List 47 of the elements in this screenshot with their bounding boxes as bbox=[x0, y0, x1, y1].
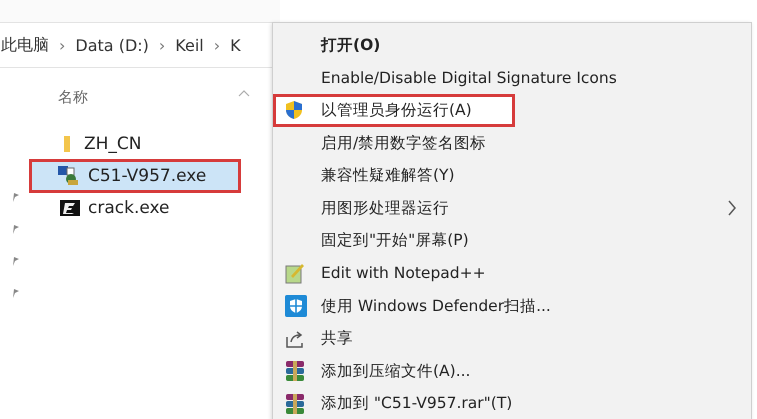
menu-item[interactable]: 打开(O) bbox=[273, 29, 751, 62]
file-name: ZH_CN bbox=[84, 134, 142, 154]
notepad-icon bbox=[285, 262, 305, 284]
shield-icon bbox=[285, 100, 303, 120]
breadcrumb-item[interactable]: Data (D:) bbox=[75, 36, 149, 54]
menu-label: 共享 bbox=[321, 328, 353, 350]
chevron-icon: › bbox=[214, 36, 220, 54]
archive-icon bbox=[285, 360, 305, 382]
breadcrumb-item[interactable]: K bbox=[230, 36, 241, 54]
menu-label: 打开(O) bbox=[321, 34, 380, 56]
archive-icon bbox=[285, 392, 305, 415]
share-icon bbox=[285, 328, 305, 349]
menu-item[interactable]: 添加到压缩文件(A)... bbox=[273, 354, 751, 388]
pin-icon bbox=[12, 224, 20, 234]
menu-item[interactable]: 兼容性疑难解答(Y) bbox=[273, 159, 751, 192]
menu-item[interactable]: 固定到"开始"屏幕(P) bbox=[273, 224, 751, 258]
chevron-icon: › bbox=[59, 36, 66, 54]
chevron-icon: › bbox=[158, 36, 166, 54]
menu-label: Edit with Notepad++ bbox=[321, 264, 486, 282]
menu-label: 添加到 "C51-V957.rar"(T) bbox=[321, 393, 512, 414]
breadcrumb-item[interactable]: 此电脑 bbox=[1, 34, 49, 56]
app-icon bbox=[60, 200, 80, 216]
menu-item[interactable]: 添加到 "C51-V957.rar"(T) bbox=[273, 388, 751, 419]
menu-label: 兼容性疑难解答(Y) bbox=[321, 165, 455, 186]
menu-item[interactable]: Enable/Disable Digital Signature Icons bbox=[273, 62, 751, 94]
pin-icon bbox=[12, 288, 20, 298]
menu-item[interactable]: 以管理员身份运行(A) bbox=[273, 94, 515, 127]
menu-label: Enable/Disable Digital Signature Icons bbox=[321, 68, 617, 87]
menu-label: 以管理员身份运行(A) bbox=[321, 100, 472, 121]
pin-icon bbox=[12, 256, 20, 266]
menu-label: 固定到"开始"屏幕(P) bbox=[321, 230, 469, 252]
pin-icon bbox=[12, 192, 20, 202]
file-name: crack.exe bbox=[88, 198, 170, 218]
menu-item[interactable]: 共享 bbox=[273, 322, 751, 355]
sort-caret-icon bbox=[238, 90, 250, 97]
installer-icon bbox=[58, 166, 80, 186]
file-row[interactable]: C51-V957.exe bbox=[30, 160, 240, 192]
file-name: C51-V957.exe bbox=[88, 166, 206, 186]
menu-label: 用图形处理器运行 bbox=[321, 198, 449, 219]
menu-label: 启用/禁用数字签名图标 bbox=[321, 132, 486, 154]
breadcrumb-item[interactable]: Keil bbox=[175, 36, 204, 54]
menu-item[interactable]: 使用 Windows Defender扫描... bbox=[273, 290, 751, 322]
menu-label: 添加到压缩文件(A)... bbox=[321, 360, 470, 382]
shield-icon bbox=[285, 295, 307, 318]
column-header[interactable]: 名称 bbox=[58, 88, 88, 107]
menu-label: 使用 Windows Defender扫描... bbox=[321, 296, 551, 317]
menu-item[interactable]: Edit with Notepad++ bbox=[273, 257, 751, 290]
